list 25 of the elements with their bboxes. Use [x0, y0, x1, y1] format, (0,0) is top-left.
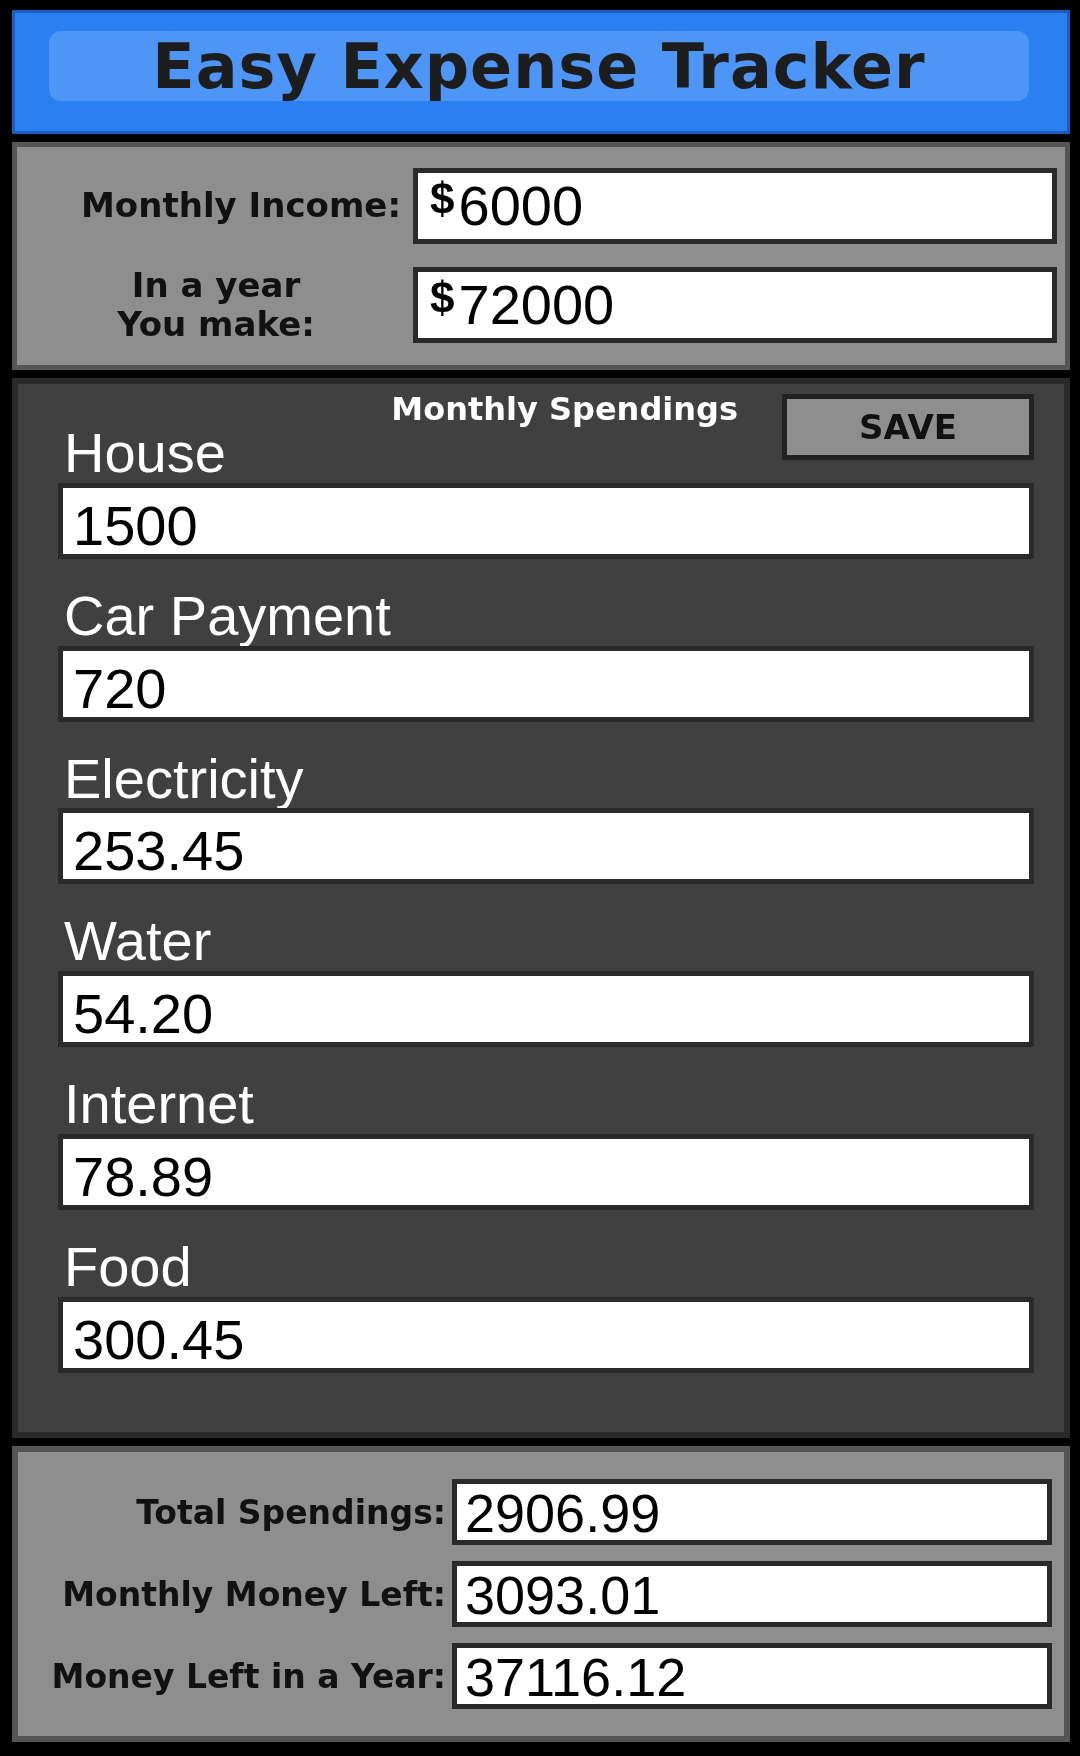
input-field[interactable]: 300.45 — [58, 1296, 1034, 1373]
field-label: Total Spendings: — [135, 1492, 446, 1532]
field-label: Monthly Money Left: — [61, 1574, 446, 1614]
field-label: Water — [63, 912, 212, 972]
input-field[interactable]: $6000 — [413, 167, 1057, 244]
input-field[interactable]: 78.89 — [58, 1134, 1034, 1210]
input-field[interactable]: 2906.99 — [452, 1479, 1052, 1545]
field-label: In a year You make: — [116, 265, 316, 345]
input-field[interactable]: 720 — [58, 645, 1034, 722]
field-label: Money Left in a Year: — [50, 1656, 446, 1696]
save-button[interactable]: SAVE — [782, 394, 1034, 460]
input-field[interactable]: $72000 — [413, 267, 1057, 343]
field-label: Car Payment — [63, 586, 391, 646]
input-field[interactable]: 253.45 — [58, 808, 1034, 885]
app-title: Easy Expense Tracker — [152, 29, 926, 103]
input-field[interactable]: 3093.01 — [452, 1561, 1052, 1627]
field-label: Monthly Income: — [80, 186, 401, 226]
field-label: House — [63, 424, 226, 483]
input-field[interactable]: 54.20 — [58, 971, 1034, 1048]
field-label: Electricity — [63, 749, 304, 809]
input-field[interactable]: 37116.12 — [452, 1643, 1052, 1709]
input-field[interactable]: 1500 — [58, 482, 1034, 559]
field-label: Internet — [63, 1075, 254, 1134]
field-label: Food — [63, 1238, 192, 1297]
section-heading: Monthly Spendings — [391, 390, 738, 428]
